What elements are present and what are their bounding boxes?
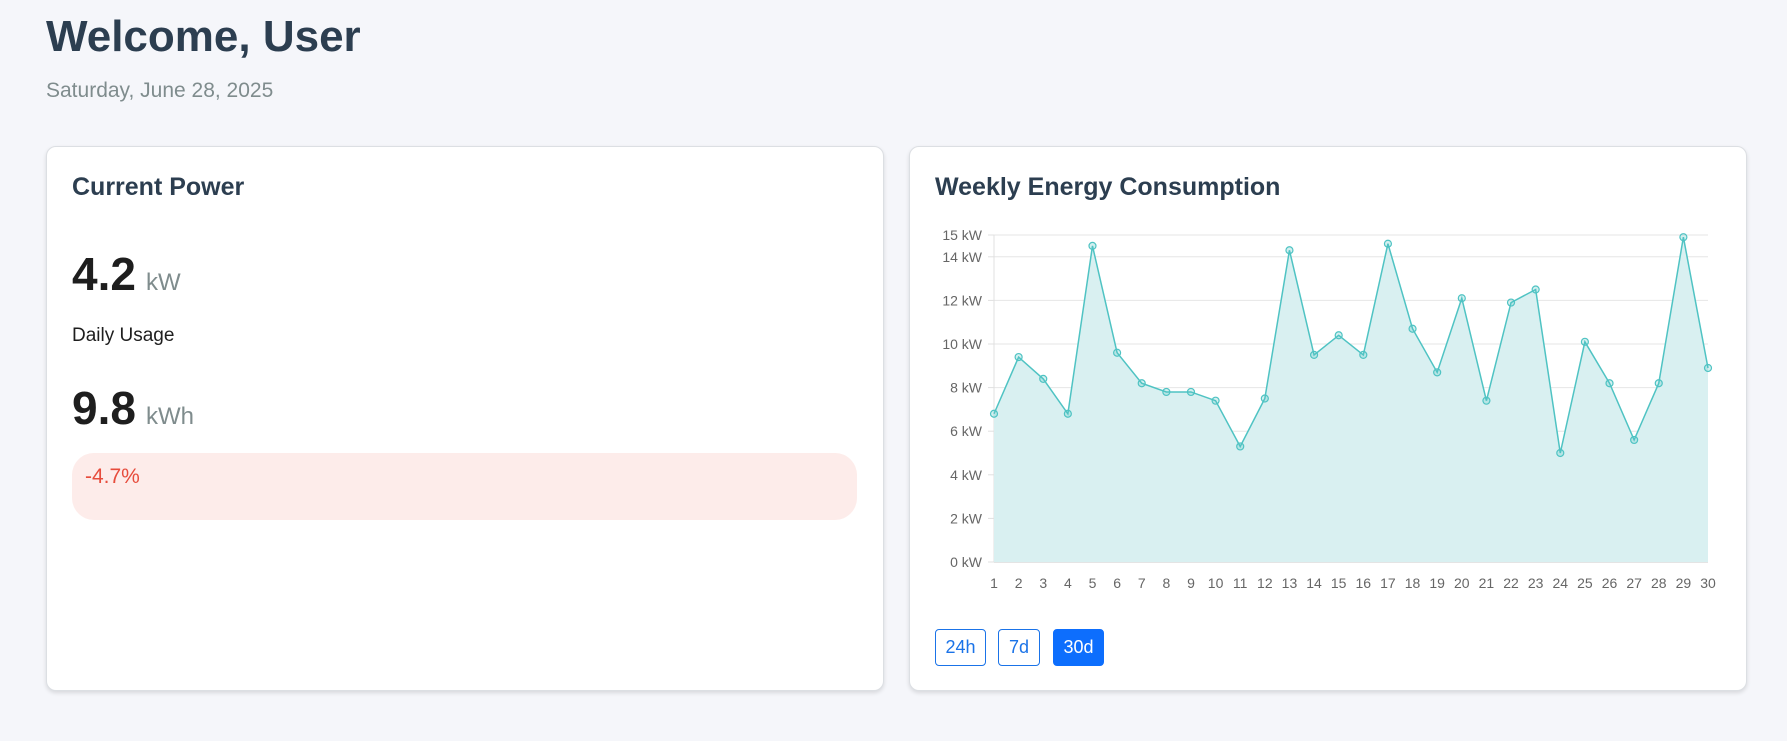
x-tick-label: 29 xyxy=(1676,575,1692,591)
x-tick-label: 12 xyxy=(1257,575,1273,591)
data-point xyxy=(1137,379,1146,388)
data-point xyxy=(1482,396,1491,405)
data-point xyxy=(1063,409,1072,418)
range-30d-button[interactable]: 30d xyxy=(1053,629,1104,666)
data-point xyxy=(1531,285,1540,294)
x-tick-label: 16 xyxy=(1356,575,1372,591)
x-tick-label: 18 xyxy=(1405,575,1421,591)
data-point xyxy=(1236,442,1245,451)
range-7d-button[interactable]: 7d xyxy=(998,629,1040,666)
data-point xyxy=(1506,298,1516,307)
daily-usage-row: 9.8 kWh xyxy=(72,381,194,435)
x-tick-label: 22 xyxy=(1503,575,1519,591)
x-tick-label: 30 xyxy=(1700,575,1716,591)
y-tick-label: 15 kW xyxy=(942,227,982,243)
x-tick-label: 3 xyxy=(1039,575,1047,591)
data-point xyxy=(1383,239,1393,248)
y-tick-label: 8 kW xyxy=(950,380,983,396)
current-power-value: 4.2 xyxy=(72,248,136,300)
data-point xyxy=(1285,246,1294,255)
y-tick-label: 10 kW xyxy=(942,336,982,352)
x-tick-label: 27 xyxy=(1626,575,1642,591)
x-tick-label: 11 xyxy=(1233,575,1248,591)
x-tick-label: 26 xyxy=(1602,575,1618,591)
daily-usage-value: 9.8 xyxy=(72,382,136,434)
current-power-row: 4.2 kW xyxy=(72,247,181,301)
x-tick-label: 20 xyxy=(1454,575,1470,591)
data-point xyxy=(1679,233,1688,242)
page-title: Welcome, User xyxy=(46,12,361,61)
x-tick-label: 19 xyxy=(1429,575,1445,591)
range-24h-button[interactable]: 24h xyxy=(935,629,986,666)
x-tick-label: 17 xyxy=(1380,575,1396,591)
daily-usage-label: Daily Usage xyxy=(72,325,175,346)
y-tick-label: 14 kW xyxy=(942,249,982,265)
data-point xyxy=(1039,374,1048,383)
data-point xyxy=(1211,396,1220,405)
data-point xyxy=(1630,435,1639,445)
usage-change-badge: -4.7% xyxy=(72,453,857,520)
current-power-title: Current Power xyxy=(72,173,245,201)
daily-usage-unit: kWh xyxy=(145,403,194,430)
data-point xyxy=(1309,350,1319,359)
x-tick-label: 10 xyxy=(1208,575,1224,591)
data-point xyxy=(1088,241,1097,251)
y-tick-label: 12 kW xyxy=(942,292,982,308)
x-tick-label: 8 xyxy=(1162,575,1170,591)
x-tick-label: 15 xyxy=(1331,575,1347,591)
x-tick-label: 5 xyxy=(1089,575,1097,591)
x-tick-label: 2 xyxy=(1015,575,1023,591)
current-power-card: Current Power 4.2 kW Daily Usage 9.8 kWh -… xyxy=(46,146,884,691)
data-point xyxy=(1014,352,1023,362)
page-date: Saturday, June 28, 2025 xyxy=(46,79,274,102)
x-tick-label: 23 xyxy=(1528,575,1544,591)
data-point xyxy=(1334,331,1343,340)
energy-consumption-card: Weekly Energy Consumption 0 kW 2 kW 4 kW 6 … xyxy=(909,146,1747,691)
x-tick-label: 28 xyxy=(1651,575,1667,591)
data-point xyxy=(1433,368,1442,377)
data-point xyxy=(1556,448,1565,458)
x-tick-label: 21 xyxy=(1479,575,1495,591)
data-point xyxy=(989,409,999,418)
energy-chart: 0 kW 2 kW 4 kW 6 kW 8 kW 10 kW 12 kW 14 kW 15 kW… xyxy=(942,227,1716,591)
x-tick-label: 24 xyxy=(1552,575,1568,591)
data-point xyxy=(1580,337,1589,346)
x-tick-label: 1 xyxy=(990,575,998,591)
y-tick-label: 2 kW xyxy=(950,510,983,526)
data-point xyxy=(1260,394,1269,403)
data-point xyxy=(1186,387,1196,397)
data-point xyxy=(1654,379,1663,388)
x-tick-label: 14 xyxy=(1306,575,1322,591)
y-tick-label: 4 kW xyxy=(950,467,983,483)
x-tick-label: 13 xyxy=(1282,575,1298,591)
x-tick-label: 25 xyxy=(1577,575,1593,591)
y-tick-label: 0 kW xyxy=(950,554,983,570)
data-point xyxy=(1703,363,1713,373)
current-power-unit: kW xyxy=(145,269,181,296)
x-tick-label: 9 xyxy=(1187,575,1195,591)
x-tick-label: 6 xyxy=(1113,575,1121,591)
data-point xyxy=(1408,324,1417,333)
x-tick-label: 4 xyxy=(1064,575,1072,591)
data-point xyxy=(1457,294,1466,303)
x-tick-label: 7 xyxy=(1138,575,1146,591)
data-point xyxy=(1359,350,1368,359)
data-point xyxy=(1113,348,1122,357)
y-tick-label: 6 kW xyxy=(950,423,983,439)
data-point xyxy=(1605,379,1614,388)
data-point xyxy=(1162,387,1171,397)
